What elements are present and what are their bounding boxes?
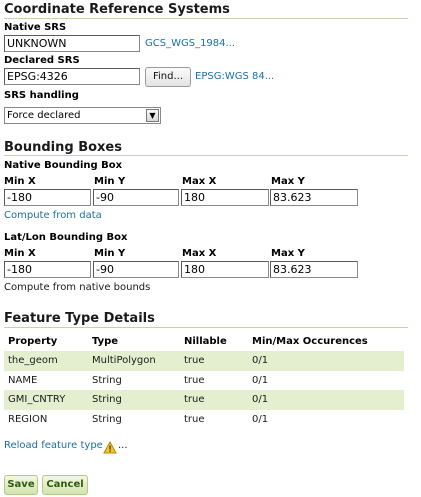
find-srs-button[interactable]: Find...	[145, 67, 191, 87]
latlon-maxx-label: Max X	[182, 248, 217, 259]
latlon-maxx-field[interactable]: 180	[181, 261, 269, 278]
native-srs-link[interactable]: GCS_WGS_1984...	[145, 38, 235, 49]
srs-handling-label: SRS handling	[4, 90, 79, 101]
feature-section-title: Feature Type Details	[4, 311, 155, 326]
declared-srs-field[interactable]: EPSG:4326	[4, 68, 140, 85]
native-maxx-field[interactable]: 180	[181, 189, 269, 206]
type-cell: String	[92, 375, 122, 386]
native-srs-field[interactable]: UNKNOWN	[4, 35, 140, 52]
native-miny-label: Min Y	[94, 176, 126, 187]
compute-from-native-link[interactable]: Compute from native bounds	[4, 282, 150, 293]
native-maxy-label: Max Y	[271, 176, 305, 187]
occurences-cell: 0/1	[252, 414, 269, 425]
native-minx-field[interactable]: -180	[4, 189, 91, 206]
compute-from-data-link[interactable]: Compute from data	[4, 210, 102, 221]
type-cell: String	[92, 394, 122, 405]
nillable-cell: true	[184, 414, 205, 425]
bbox-divider	[4, 155, 408, 156]
property-cell: NAME	[8, 375, 38, 386]
nillable-cell: true	[184, 375, 205, 386]
crs-divider	[4, 18, 408, 19]
latlon-bbox-label: Lat/Lon Bounding Box	[4, 232, 128, 243]
native-maxx-label: Max X	[182, 176, 217, 187]
latlon-maxy-field[interactable]: 83.623	[270, 261, 358, 278]
table-row: NAME String true 0/1	[4, 371, 404, 391]
declared-srs-link[interactable]: EPSG:WGS 84...	[195, 71, 274, 82]
occurences-cell: 0/1	[252, 355, 269, 366]
declared-srs-label: Declared SRS	[4, 55, 80, 66]
col-header-property: Property	[8, 336, 58, 347]
latlon-miny-field[interactable]: -90	[93, 261, 179, 278]
col-header-type: Type	[92, 336, 119, 347]
native-bbox-label: Native Bounding Box	[4, 160, 123, 171]
reload-feature-type-link[interactable]: Reload feature type	[4, 440, 103, 451]
col-header-occurences: Min/Max Occurences	[252, 336, 368, 347]
chevron-down-icon[interactable]: ▼	[146, 109, 159, 122]
nillable-cell: true	[184, 394, 205, 405]
native-maxy-field[interactable]: 83.623	[270, 189, 358, 206]
bbox-section-title: Bounding Boxes	[4, 140, 122, 155]
occurences-cell: 0/1	[252, 394, 269, 405]
occurences-cell: 0/1	[252, 375, 269, 386]
save-button[interactable]: Save	[4, 475, 38, 495]
native-minx-label: Min X	[4, 176, 36, 187]
latlon-minx-label: Min X	[4, 248, 36, 259]
cancel-button[interactable]: Cancel	[42, 475, 88, 495]
latlon-miny-label: Min Y	[94, 248, 126, 259]
latlon-minx-field[interactable]: -180	[4, 261, 91, 278]
latlon-maxy-label: Max Y	[271, 248, 305, 259]
table-row: GMI_CNTRY String true 0/1	[4, 390, 404, 410]
native-miny-field[interactable]: -90	[93, 189, 179, 206]
nillable-cell: true	[184, 355, 205, 366]
srs-handling-select[interactable]: Force declared ▼	[4, 107, 161, 124]
col-header-nillable: Nillable	[184, 336, 227, 347]
type-cell: MultiPolygon	[92, 355, 156, 366]
type-cell: String	[92, 414, 122, 425]
warning-ellipsis: ...	[118, 440, 128, 451]
srs-handling-value: Force declared	[7, 110, 81, 121]
crs-section-title: Coordinate Reference Systems	[4, 2, 230, 17]
warning-icon	[103, 439, 117, 454]
property-cell: the_geom	[8, 355, 58, 366]
table-row: REGION String true 0/1	[4, 410, 404, 430]
feature-divider	[4, 327, 408, 328]
native-srs-label: Native SRS	[4, 22, 67, 33]
property-cell: GMI_CNTRY	[8, 394, 66, 405]
table-row: the_geom MultiPolygon true 0/1	[4, 351, 404, 371]
property-cell: REGION	[8, 414, 48, 425]
